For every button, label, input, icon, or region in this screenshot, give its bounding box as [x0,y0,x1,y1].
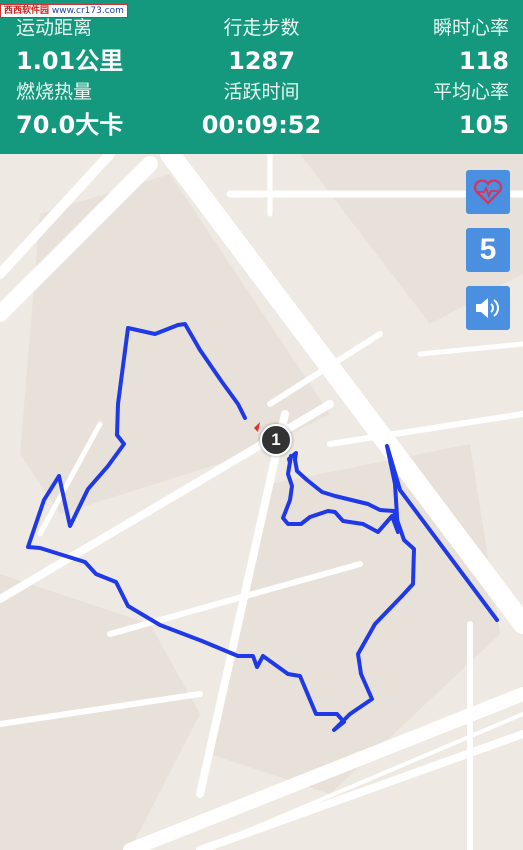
distance-label: 运动距离 [16,17,93,39]
site-watermark: 西西软件园 www.cr173.com [0,4,128,18]
watermark-url: www.cr173.com [51,6,124,16]
route-map[interactable] [0,154,523,850]
calories-label: 燃烧热量 [16,81,93,103]
steps-value: 1287 [228,47,295,75]
stats-panel: 运动距离 1.01公里 行走步数 1287 瞬时心率 118 燃烧热量 70.0… [0,0,523,154]
voice-interval-button[interactable]: 5 [466,228,510,272]
calories-value: 70.0大卡 [16,111,124,139]
watermark-site-name: 西西软件园 [4,6,50,16]
heart-rate-button[interactable] [466,170,510,214]
active-time-label: 活跃时间 [223,81,300,103]
heart-rate-avg-label: 平均心率 [432,81,509,103]
steps-label: 行走步数 [223,17,300,39]
start-marker[interactable]: 1 [260,424,292,456]
distance-value: 1.01公里 [16,47,124,75]
heart-rate-icon [473,179,503,205]
heart-rate-now-label: 瞬时心率 [432,17,509,39]
heart-rate-now-value: 118 [458,47,509,75]
heart-rate-avg-value: 105 [458,111,509,139]
speaker-icon [476,298,499,318]
sound-toggle-button[interactable] [466,286,510,330]
voice-interval-value: 5 [479,233,497,266]
active-time-value: 00:09:52 [201,111,322,139]
